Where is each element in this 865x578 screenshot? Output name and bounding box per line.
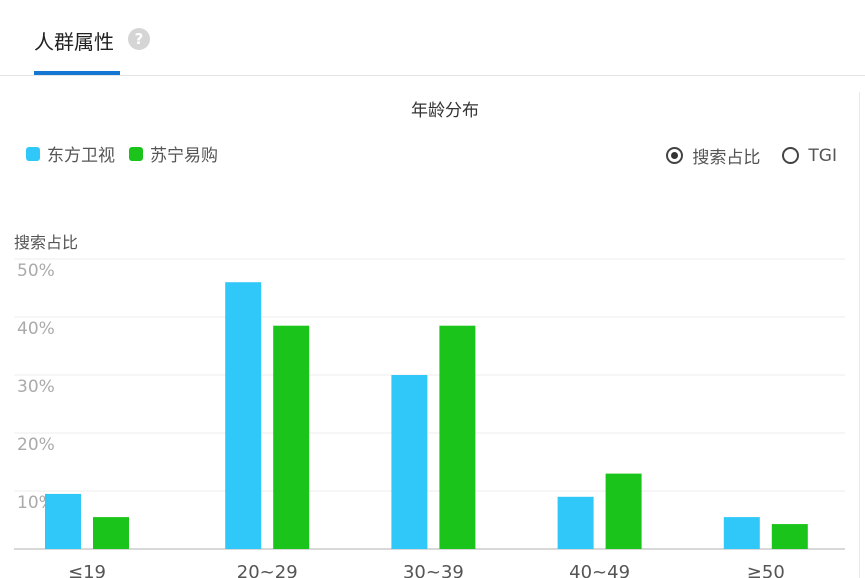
radio-label-tgi: TGI (808, 145, 837, 166)
x-tick-label: 20~29 (237, 562, 298, 578)
radio-selected-icon (666, 147, 684, 164)
legend-item-series-2[interactable]: 苏宁易购 (129, 141, 218, 166)
legend-label-series-2: 苏宁易购 (150, 146, 218, 166)
help-icon[interactable]: ? (128, 28, 150, 50)
metric-radio-group: 搜索占比 TGI (644, 143, 837, 168)
y-tick-label: 20% (17, 435, 55, 455)
x-tick-label: ≤19 (68, 562, 106, 578)
x-tick-label: 30~39 (403, 562, 464, 578)
bar-series-1 (391, 375, 428, 549)
active-tab-indicator (34, 71, 120, 75)
y-tick-label: 30% (17, 377, 55, 397)
chart-legend: 东方卫视 苏宁易购 (26, 141, 232, 166)
bar-series-2 (439, 325, 476, 549)
bar-chart: 50%40%30%20%10%≤19 20~29 30~39 40~49 ≥50 (14, 258, 845, 578)
radio-tgi[interactable]: TGI (782, 146, 837, 166)
radio-search-share[interactable]: 搜索占比 (666, 143, 760, 168)
bar-series-1 (225, 282, 262, 549)
section-header: 人群属性 ? (0, 0, 865, 76)
legend-swatch-series-2 (129, 146, 143, 161)
section-title: 人群属性 (34, 30, 114, 54)
bar-series-2 (93, 517, 129, 549)
y-tick-label: 50% (17, 261, 55, 281)
chart-title: 年龄分布 (411, 101, 479, 121)
x-tick-label: 40~49 (569, 562, 630, 578)
legend-swatch-series-1 (26, 146, 40, 161)
bar-series-2 (605, 473, 642, 549)
bar-series-1 (723, 517, 760, 549)
bar-series-1 (557, 496, 594, 549)
bar-series-2 (273, 325, 310, 549)
bar-series-1 (45, 493, 81, 549)
radio-unselected-icon (782, 147, 800, 164)
legend-item-series-1[interactable]: 东方卫视 (26, 141, 115, 166)
legend-label-series-1: 东方卫视 (47, 146, 115, 166)
radio-label-search-share: 搜索占比 (692, 148, 761, 168)
bar-series-2 (771, 524, 808, 549)
x-tick-label: ≥50 (747, 562, 785, 578)
y-tick-label: 40% (17, 319, 55, 339)
